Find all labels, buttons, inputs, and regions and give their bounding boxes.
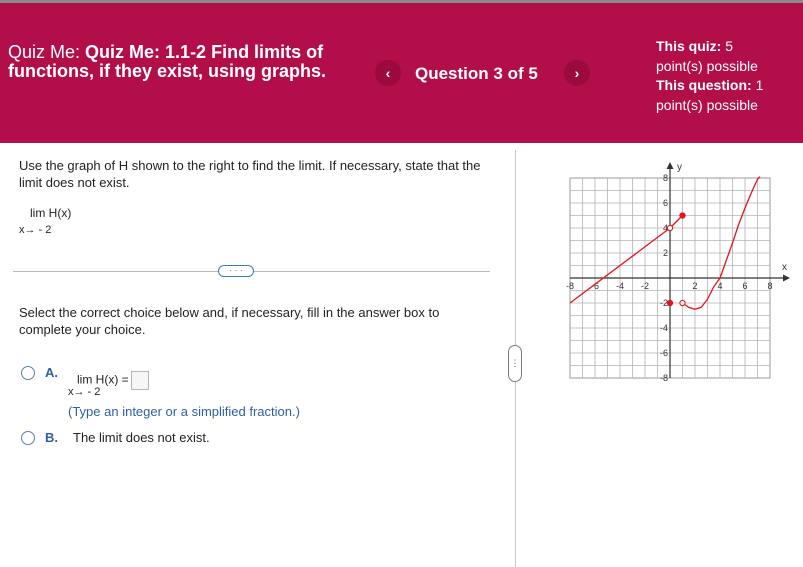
answer-input[interactable] — [130, 371, 149, 390]
x-tick-label: -2 — [641, 281, 649, 291]
x-axis-arrow — [783, 274, 790, 282]
question-points-label: This question: — [656, 77, 752, 93]
choice-b[interactable]: B. The limit does not exist. — [21, 430, 210, 445]
answer-format-hint: (Type an integer or a simplified fractio… — [68, 404, 300, 419]
choice-b-text: The limit does not exist. — [73, 430, 210, 445]
quiz-title-prefix: Quiz Me: — [8, 42, 81, 62]
closed-point — [679, 212, 686, 219]
choice-a-limit-subscript: x→ - 2 — [68, 386, 101, 398]
question-counter: Question 3 of 5 — [415, 64, 538, 83]
y-tick-label: -4 — [660, 323, 668, 333]
quiz-header: Quiz Me: Quiz Me: 1.1-2 Find limits of f… — [0, 3, 803, 143]
points-info: This quiz: 5 point(s) possible This ques… — [656, 37, 796, 115]
question-pane: Use the graph of H shown to the right to… — [0, 143, 515, 567]
choice-a-letter: A. — [45, 365, 58, 380]
open-point — [679, 299, 686, 307]
x-tick-label: 4 — [717, 281, 722, 291]
expand-button[interactable]: · · · — [218, 265, 254, 277]
quiz-title: Quiz Me: Quiz Me: 1.1-2 Find limits of f… — [8, 43, 338, 81]
x-tick-label: 2 — [692, 281, 697, 291]
y-axis-label: y — [677, 162, 682, 173]
quiz-points-suffix: point(s) possible — [656, 57, 758, 74]
pane-resize-handle[interactable]: ⋮ — [508, 345, 522, 382]
limit-subscript: x→ - 2 — [19, 224, 52, 236]
select-instruction: Select the correct choice below and, if … — [19, 305, 440, 337]
x-tick-label: 8 — [767, 281, 772, 291]
quiz-points-value: 5 — [725, 38, 734, 54]
y-tick-label: -6 — [660, 348, 668, 358]
y-tick-label: -8 — [660, 373, 668, 383]
choice-b-letter: B. — [45, 430, 58, 445]
quiz-points-label: This quiz: — [656, 38, 722, 54]
choice-a-radio[interactable] — [21, 366, 35, 380]
open-point — [666, 224, 674, 232]
y-tick-label: 2 — [663, 248, 668, 258]
y-tick-label: 6 — [663, 198, 668, 208]
y-tick-label: -2 — [660, 298, 668, 308]
previous-question-button[interactable]: ‹ — [375, 60, 401, 86]
choice-a-limit-text: lim H(x) = — [77, 372, 129, 387]
limit-expression: lim H(x) x→ - 2 — [19, 206, 71, 236]
function-graph: xy-8 -6 -4 -2 2 4 6 88642-2-4-6-8 — [566, 162, 790, 383]
x-axis-label: x — [782, 262, 787, 273]
x-tick-label: -8 — [566, 281, 574, 291]
chevron-right-icon: › — [574, 65, 580, 81]
choice-b-radio[interactable] — [21, 431, 35, 445]
question-instruction: Use the graph of H shown to the right to… — [19, 158, 481, 190]
choice-a[interactable]: A. — [21, 365, 73, 380]
closed-point — [666, 299, 674, 307]
question-points-value: 1 — [755, 77, 764, 93]
y-axis-arrow — [666, 162, 674, 169]
next-question-button[interactable]: › — [564, 60, 590, 86]
limit-text: lim H(x) — [30, 206, 72, 220]
chevron-left-icon: ‹ — [385, 65, 391, 81]
x-tick-label: -4 — [616, 281, 624, 291]
x-tick-label: 6 — [742, 281, 747, 291]
y-tick-label: 8 — [663, 173, 668, 183]
question-points-suffix: point(s) possible — [656, 96, 758, 113]
